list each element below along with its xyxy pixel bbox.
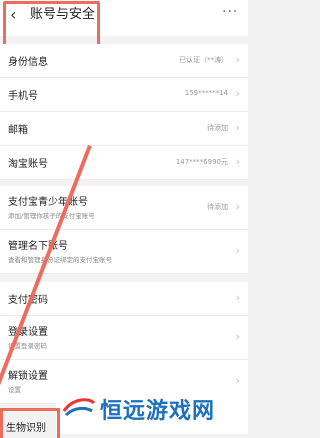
chevron-right-icon: › — [235, 121, 240, 134]
row-label: 支付宝青少年账号 — [8, 197, 88, 208]
row-label: 身份信息 — [8, 57, 48, 68]
chevron-right-icon: › — [235, 155, 240, 168]
watermark-logo-icon — [62, 398, 96, 417]
row-manage-accounts[interactable]: 管理名下账号 查看和管理身份证绑定的支付宝账号 › — [0, 230, 248, 274]
row-taobao[interactable]: 淘宝账号 147****6990元 › — [0, 146, 248, 180]
row-email[interactable]: 邮箱 待添加 › — [0, 112, 248, 146]
more-dots-icon[interactable]: ··· — [222, 4, 238, 20]
chevron-right-icon: › — [235, 53, 240, 66]
row-identity[interactable]: 身份信息 已认证（**涛） › — [0, 44, 248, 78]
chevron-right-icon: › — [235, 330, 240, 343]
row-teen-account[interactable]: 支付宝青少年账号 添加/管理你孩子的支付宝账号 待添加 › — [0, 186, 248, 230]
family-accounts-group: 支付宝青少年账号 添加/管理你孩子的支付宝账号 待添加 › 管理名下账号 查看和… — [0, 186, 248, 274]
row-label: 淘宝账号 — [8, 159, 48, 170]
chevron-right-icon: › — [235, 200, 240, 213]
row-label: 管理名下账号 — [8, 241, 68, 252]
chevron-right-icon: › — [235, 291, 240, 304]
row-subtitle: 查看和管理身份证绑定的支付宝账号 — [8, 256, 112, 264]
account-info-group: 身份信息 已认证（**涛） › 手机号 159******14 › 邮箱 待添加… — [0, 44, 248, 180]
chevron-right-icon: › — [235, 244, 240, 257]
row-phone[interactable]: 手机号 159******14 › — [0, 78, 248, 112]
row-subtitle: 添加/管理你孩子的支付宝账号 — [8, 212, 95, 220]
row-value: 147****6990元 — [175, 158, 228, 166]
chevron-right-icon: › — [235, 87, 240, 100]
row-biometrics-label[interactable]: 生物识别 — [6, 419, 46, 434]
row-value: 159******14 — [184, 89, 228, 97]
row-subtitle: 设置 — [8, 386, 21, 394]
row-label: 邮箱 — [8, 125, 28, 136]
row-login-settings[interactable]: 登录设置 设置登录密码 › — [0, 316, 248, 360]
watermark-text: 恒远游戏网 — [100, 399, 216, 424]
row-value: 已认证（**涛） — [179, 56, 228, 64]
row-label: 手机号 — [8, 91, 38, 102]
row-label: 解锁设置 — [8, 371, 48, 382]
row-value: 待添加 — [207, 203, 228, 211]
row-value: 待添加 — [207, 124, 228, 132]
watermark: 恒远游戏网 — [56, 383, 248, 434]
